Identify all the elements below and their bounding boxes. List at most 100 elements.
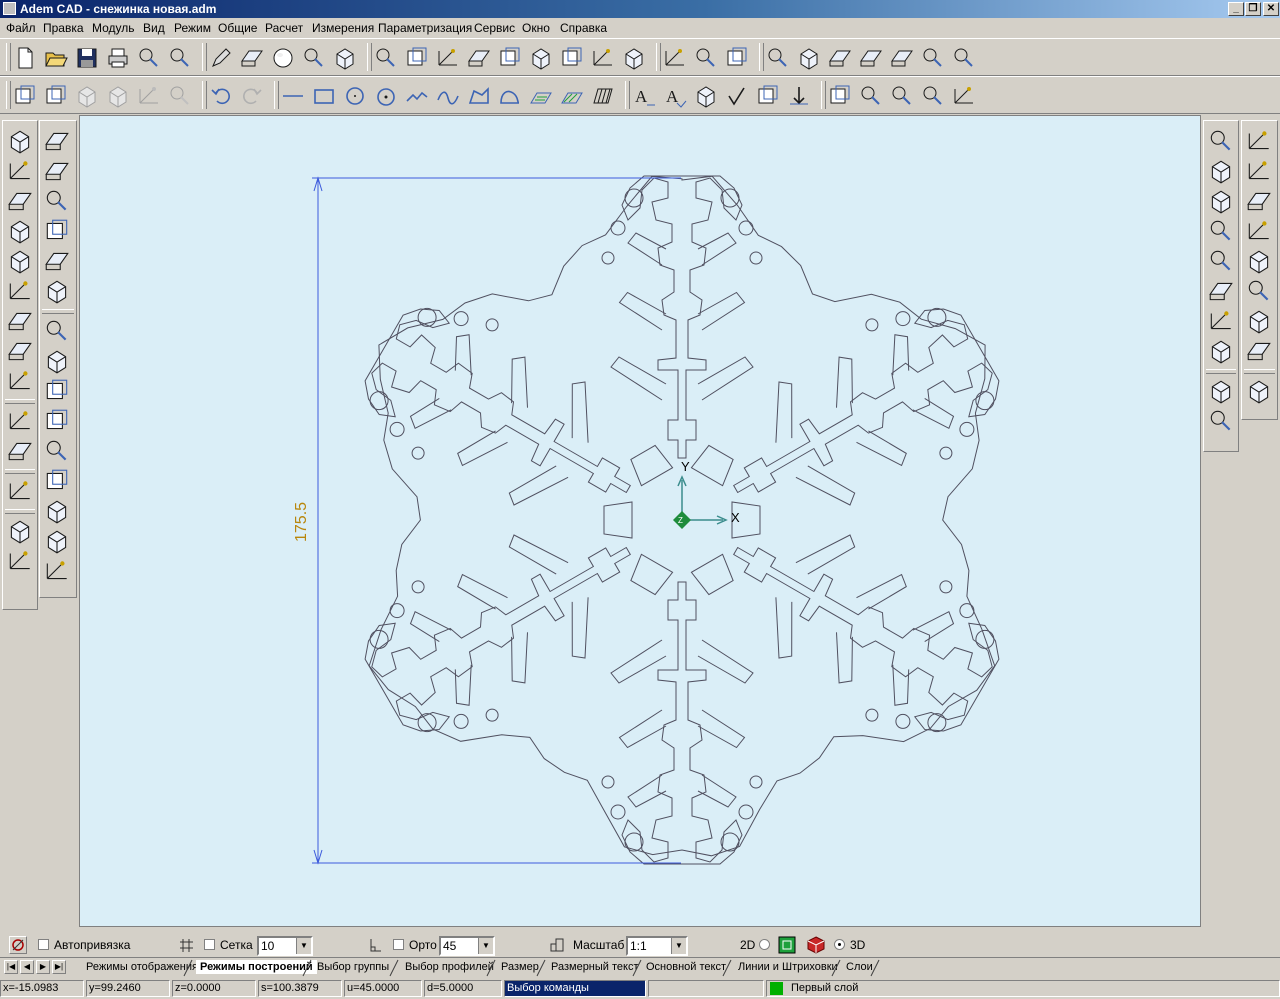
- menu-mode[interactable]: Режим: [174, 21, 211, 35]
- trim-icon[interactable]: [1207, 247, 1235, 275]
- sweep-icon[interactable]: [466, 45, 492, 71]
- autosnap-checkbox[interactable]: [38, 939, 49, 950]
- plane-copy-icon[interactable]: [43, 377, 71, 405]
- fillet-icon[interactable]: [528, 45, 554, 71]
- status-layer[interactable]: Первый слой: [766, 980, 1280, 997]
- snowflake-branch[interactable]: [453, 311, 469, 327]
- print-icon[interactable]: [105, 45, 131, 71]
- render-view-icon[interactable]: [1245, 337, 1273, 365]
- pencil-icon[interactable]: [208, 45, 234, 71]
- mode-3d-radio[interactable]: [834, 939, 845, 950]
- properties-icon[interactable]: [12, 83, 38, 109]
- menu-view[interactable]: Вид: [143, 21, 165, 35]
- copy-body-icon[interactable]: [6, 187, 34, 215]
- menu-file[interactable]: Файл: [6, 21, 36, 35]
- app-icon[interactable]: [3, 2, 16, 15]
- snowflake-branch[interactable]: [508, 465, 569, 506]
- toolbar-grip[interactable]: [202, 43, 207, 71]
- menu-general[interactable]: Общие: [218, 21, 257, 35]
- render-icon[interactable]: [796, 45, 822, 71]
- arc-3pt-icon[interactable]: [1207, 217, 1235, 245]
- new-file-icon[interactable]: [12, 45, 38, 71]
- snowflake-branch[interactable]: [389, 603, 405, 619]
- save-all-icon[interactable]: [167, 45, 193, 71]
- menu-parametrization[interactable]: Параметризация: [378, 21, 472, 35]
- arrow-down-icon[interactable]: [786, 83, 812, 109]
- mode-2d-radio[interactable]: [759, 939, 770, 950]
- menu-measurements[interactable]: Измерения: [312, 21, 374, 35]
- delete-solid-icon[interactable]: [43, 217, 71, 245]
- line-icon[interactable]: [280, 83, 306, 109]
- snowflake-branch[interactable]: [959, 421, 975, 437]
- vertical-dimension-icon[interactable]: [920, 83, 946, 109]
- plane-axis-icon[interactable]: [43, 527, 71, 555]
- workplane-alt-icon[interactable]: [43, 347, 71, 375]
- hatch-grid-icon[interactable]: [590, 83, 616, 109]
- snowflake-branch[interactable]: [618, 709, 667, 749]
- snowflake-branch[interactable]: [571, 597, 589, 659]
- snowflake-branch[interactable]: [601, 775, 615, 789]
- rectangle-icon[interactable]: [311, 83, 337, 109]
- grid-checkbox[interactable]: [204, 939, 215, 950]
- toolbar-grip[interactable]: [274, 81, 279, 109]
- snowflake-branch[interactable]: [511, 356, 528, 408]
- table-icon[interactable]: [6, 517, 34, 545]
- snowflake-branch[interactable]: [511, 632, 528, 684]
- menu-service[interactable]: Сервис: [474, 21, 515, 35]
- menu-help[interactable]: Справка: [560, 21, 607, 35]
- transform-icon[interactable]: [6, 437, 34, 465]
- highlight-icon[interactable]: [1245, 217, 1273, 245]
- snowflake-branch[interactable]: [571, 381, 589, 443]
- plane-flat-icon[interactable]: [43, 467, 71, 495]
- disabled-tools-icon[interactable]: [105, 83, 131, 109]
- menu-calculation[interactable]: Расчет: [265, 21, 303, 35]
- snowflake-branch[interactable]: [508, 534, 569, 575]
- toolbar-grip[interactable]: [6, 81, 11, 109]
- cross-check-icon[interactable]: [1207, 407, 1235, 435]
- plane-grid-icon[interactable]: [43, 497, 71, 525]
- snowflake-center-cell[interactable]: [603, 501, 633, 539]
- snowflake-arm[interactable]: [621, 581, 743, 865]
- linear-dimension-icon[interactable]: [827, 83, 853, 109]
- grid-step-select[interactable]: 10 ▼: [257, 936, 313, 956]
- extend-icon[interactable]: [1207, 277, 1235, 305]
- snowflake-branch[interactable]: [453, 713, 469, 729]
- scale-body-icon[interactable]: [6, 217, 34, 245]
- open-file-icon[interactable]: [43, 45, 69, 71]
- snowflake-branch[interactable]: [369, 629, 389, 649]
- zoom-icon[interactable]: [889, 45, 915, 71]
- grid-toggle-icon[interactable]: [951, 45, 977, 71]
- plane-fill-icon[interactable]: [43, 407, 71, 435]
- analyze-icon[interactable]: [724, 45, 750, 71]
- delete-torus-icon[interactable]: [43, 277, 71, 305]
- undo-icon[interactable]: [208, 83, 234, 109]
- snowflake-arm[interactable]: [364, 546, 631, 732]
- drawing-svg[interactable]: 175.5 Y X Z: [80, 116, 1201, 927]
- disabled-save-icon[interactable]: [74, 83, 100, 109]
- solid-view-icon[interactable]: [1245, 127, 1273, 155]
- section-icon[interactable]: [590, 45, 616, 71]
- toolbar-grip[interactable]: [625, 81, 630, 109]
- toolbar-grip[interactable]: [202, 81, 207, 109]
- array-body-icon[interactable]: [6, 307, 34, 335]
- snowflake-branch[interactable]: [457, 573, 508, 610]
- snowflake-branch[interactable]: [738, 220, 754, 236]
- snowflake-arm[interactable]: [733, 546, 1000, 732]
- layers-icon[interactable]: [43, 83, 69, 109]
- snowflake-branch[interactable]: [892, 664, 910, 706]
- measure-icon[interactable]: [693, 45, 719, 71]
- minimize-button[interactable]: _: [1228, 2, 1244, 16]
- snowflake-branch[interactable]: [697, 709, 746, 749]
- text-style-icon[interactable]: A: [662, 83, 688, 109]
- intersect-icon[interactable]: [6, 407, 34, 435]
- snowflake-center-cell[interactable]: [630, 444, 674, 487]
- snowflake-branch[interactable]: [939, 446, 953, 460]
- snowflake-branch[interactable]: [610, 220, 626, 236]
- rotate-body-icon[interactable]: [6, 247, 34, 275]
- snowflake-branch[interactable]: [738, 804, 754, 820]
- polygon-icon[interactable]: [466, 83, 492, 109]
- workplane-icon[interactable]: [43, 317, 71, 345]
- save-file-icon[interactable]: [74, 45, 100, 71]
- axis-icon[interactable]: [43, 557, 71, 585]
- check-icon[interactable]: [1207, 377, 1235, 405]
